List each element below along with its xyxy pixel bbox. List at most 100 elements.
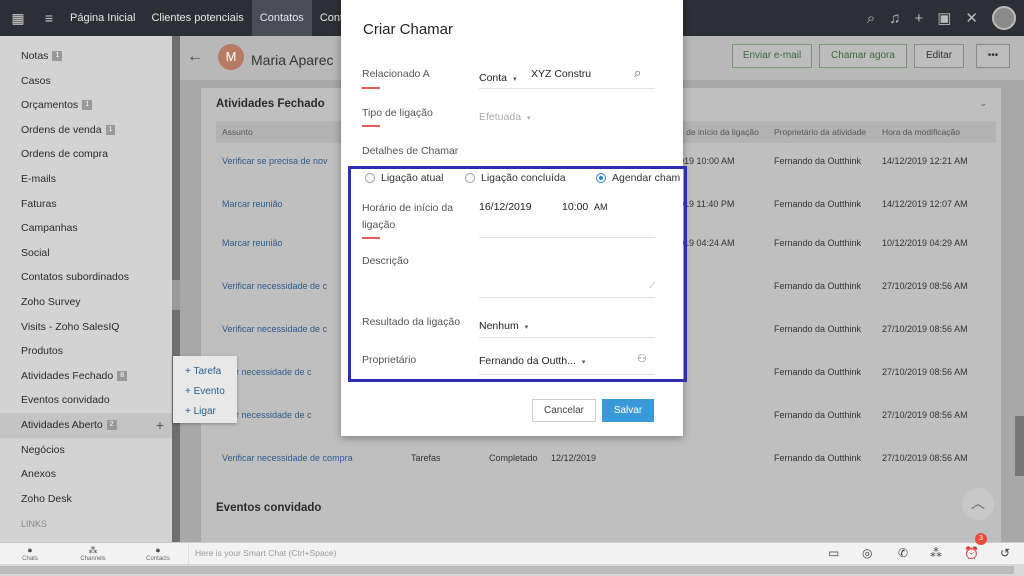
related-type-select[interactable]: Conta ▾ bbox=[479, 72, 517, 84]
column-header[interactable]: Hora da modificação bbox=[882, 127, 960, 137]
sidebar-item[interactable]: Negócios bbox=[0, 438, 172, 463]
phone-icon[interactable]: ✆ bbox=[898, 546, 908, 560]
alarm-icon[interactable]: ⏰ bbox=[964, 546, 979, 560]
chats-button[interactable]: ● Chats bbox=[13, 545, 47, 562]
start-cell: 019 11:40 PM bbox=[679, 199, 735, 209]
horizontal-scrollbar[interactable] bbox=[0, 564, 1024, 576]
subject-link[interactable]: Verificar necessidade de compra bbox=[222, 451, 353, 465]
sidebar-item[interactable]: Atividades Aberto 2 + bbox=[0, 412, 172, 438]
column-header[interactable]: Proprietário da atividade bbox=[774, 127, 866, 137]
channels-icon: ⁂ bbox=[88, 545, 98, 555]
save-button[interactable]: Salvar bbox=[602, 399, 654, 422]
back-arrow-icon[interactable]: ← bbox=[187, 48, 203, 66]
sidebar-item[interactable]: Orçamentos 1 bbox=[0, 93, 172, 118]
sidebar-item[interactable]: E-mails bbox=[0, 167, 172, 192]
owner-cell: Fernando da Outthink bbox=[774, 199, 862, 209]
sidebar-item-label: Ordens de venda bbox=[21, 123, 102, 136]
sidebar-item[interactable]: Visits - Zoho SalesIQ bbox=[0, 315, 172, 340]
chat-icon: ● bbox=[27, 545, 33, 555]
subject-link[interactable]: Marcar reunião bbox=[222, 236, 283, 250]
edit-button[interactable]: Editar bbox=[914, 44, 964, 68]
sidebar-item[interactable]: Notas 1 bbox=[0, 44, 172, 69]
sidebar-item[interactable]: Ordens de compra bbox=[0, 142, 172, 167]
related-value-field[interactable]: XYZ Constru bbox=[531, 68, 591, 80]
sidebar-item[interactable]: Ordens de venda 1 bbox=[0, 118, 172, 143]
channels-button[interactable]: ⁂ Channels bbox=[76, 545, 110, 562]
notification-badge: 3 bbox=[975, 533, 987, 545]
search-icon[interactable]: ⌕ bbox=[867, 10, 875, 27]
field-underline bbox=[479, 88, 655, 89]
call-type-select[interactable]: Efetuada ▾ bbox=[479, 111, 531, 123]
subject-link[interactable]: Verificar necessidade de c bbox=[222, 322, 327, 336]
sidebar-item-label: Campanhas bbox=[21, 222, 78, 235]
tools-icon[interactable]: ✕ bbox=[965, 9, 978, 27]
start-cell: 019 10:00 AM bbox=[679, 156, 735, 166]
highlight-box bbox=[348, 166, 687, 382]
user-avatar[interactable] bbox=[992, 6, 1016, 30]
subject-link[interactable]: Marcar reunião bbox=[222, 197, 283, 211]
call-now-button[interactable]: Chamar agora bbox=[819, 44, 907, 68]
count-badge: 8 bbox=[117, 370, 128, 381]
sidebar-item[interactable]: Contatos subordinados bbox=[0, 265, 172, 290]
vertical-scrollbar[interactable] bbox=[1015, 416, 1024, 476]
cancel-button[interactable]: Cancelar bbox=[532, 399, 596, 422]
screen-share-icon[interactable]: ▭ bbox=[828, 546, 839, 560]
sidebar-item[interactable]: Social bbox=[0, 241, 172, 266]
add-icon[interactable]: + bbox=[156, 413, 164, 438]
count-badge: 2 bbox=[106, 420, 117, 431]
related-label: Relacionado A bbox=[362, 68, 430, 80]
chats-label: Chats bbox=[22, 556, 38, 562]
more-button[interactable]: ••• bbox=[976, 44, 1010, 68]
start-cell: 019 04:24 AM bbox=[679, 238, 735, 248]
subject-link[interactable]: Verificar se precisa de nov bbox=[222, 154, 328, 168]
sidebar-item[interactable]: Atividades Fechado 8 bbox=[0, 364, 172, 389]
sidebar-item[interactable]: Faturas bbox=[0, 192, 172, 217]
translate-icon[interactable]: ⁂ bbox=[930, 546, 942, 560]
owner-cell: Fernando da Outthink bbox=[774, 324, 862, 334]
menu-icon[interactable]: ≡ bbox=[36, 10, 62, 26]
add-task-option[interactable]: + Tarefa bbox=[173, 362, 237, 382]
calendar-icon[interactable]: ▣ bbox=[937, 9, 951, 27]
smart-chat-input[interactable]: Here is your Smart Chat (Ctrl+Space) bbox=[188, 543, 818, 564]
subject-link[interactable]: Verificar necessidade de c bbox=[222, 279, 327, 293]
scroll-top-button[interactable]: ︿ bbox=[962, 488, 994, 520]
sidebar-item-label: Produtos bbox=[21, 345, 64, 358]
sidebar-item-label: Orçamentos bbox=[21, 99, 79, 112]
call-type-label: Tipo de ligação bbox=[362, 107, 433, 119]
add-call-option[interactable]: + Ligar bbox=[173, 402, 237, 422]
apps-grid-icon[interactable]: ▦ bbox=[0, 0, 36, 36]
gamepad-icon[interactable]: ◎ bbox=[862, 546, 872, 560]
table-row[interactable]: Verificar necessidade de compra Tarefas Co… bbox=[216, 443, 996, 486]
sidebar-item[interactable]: Casos bbox=[0, 69, 172, 94]
modified-cell: 27/10/2019 08:56 AM bbox=[882, 453, 968, 463]
sidebar-item[interactable]: Zoho Desk bbox=[0, 487, 172, 512]
send-email-button[interactable]: Enviar e-mail bbox=[732, 44, 812, 68]
tab-leads[interactable]: Clientes potenciais bbox=[143, 0, 251, 36]
tab-contacts[interactable]: Contatos bbox=[251, 0, 312, 36]
sidebar-item[interactable]: Anexos bbox=[0, 462, 172, 487]
history-icon[interactable]: ↺ bbox=[1000, 546, 1010, 560]
add-icon[interactable]: + bbox=[914, 10, 923, 27]
call-details-label: Detalhes de Chamar bbox=[362, 145, 459, 157]
add-event-option[interactable]: + Evento bbox=[173, 382, 237, 402]
search-icon[interactable]: ⌕ bbox=[634, 65, 641, 81]
contacts-label: Contacts bbox=[146, 556, 170, 562]
sidebar-item[interactable]: Zoho Survey bbox=[0, 290, 172, 315]
bottom-bar: ● Chats ⁂ Channels ● Contacts Here is your … bbox=[0, 533, 1024, 564]
scrollbar-thumb[interactable] bbox=[0, 566, 1014, 574]
count-badge: 1 bbox=[105, 125, 116, 135]
dialog-title: Criar Chamar bbox=[363, 21, 454, 38]
modified-cell: 27/10/2019 08:56 AM bbox=[882, 367, 968, 377]
sidebar-collapse-handle[interactable] bbox=[172, 280, 180, 310]
column-header[interactable]: o de início da ligação bbox=[679, 127, 759, 137]
chevron-down-icon[interactable]: ⌄ bbox=[979, 98, 987, 109]
column-header[interactable]: Assunto bbox=[222, 127, 253, 137]
sidebar-item[interactable]: Campanhas bbox=[0, 216, 172, 241]
sidebar-item[interactable]: Eventos convidado bbox=[0, 388, 172, 413]
contacts-button[interactable]: ● Contacts bbox=[141, 545, 175, 562]
sidebar-item[interactable]: Produtos bbox=[0, 339, 172, 364]
required-marker bbox=[362, 125, 380, 127]
avatar: M bbox=[218, 44, 244, 70]
tab-home[interactable]: Página Inicial bbox=[62, 0, 143, 36]
bell-icon[interactable]: ♫ bbox=[889, 10, 900, 27]
